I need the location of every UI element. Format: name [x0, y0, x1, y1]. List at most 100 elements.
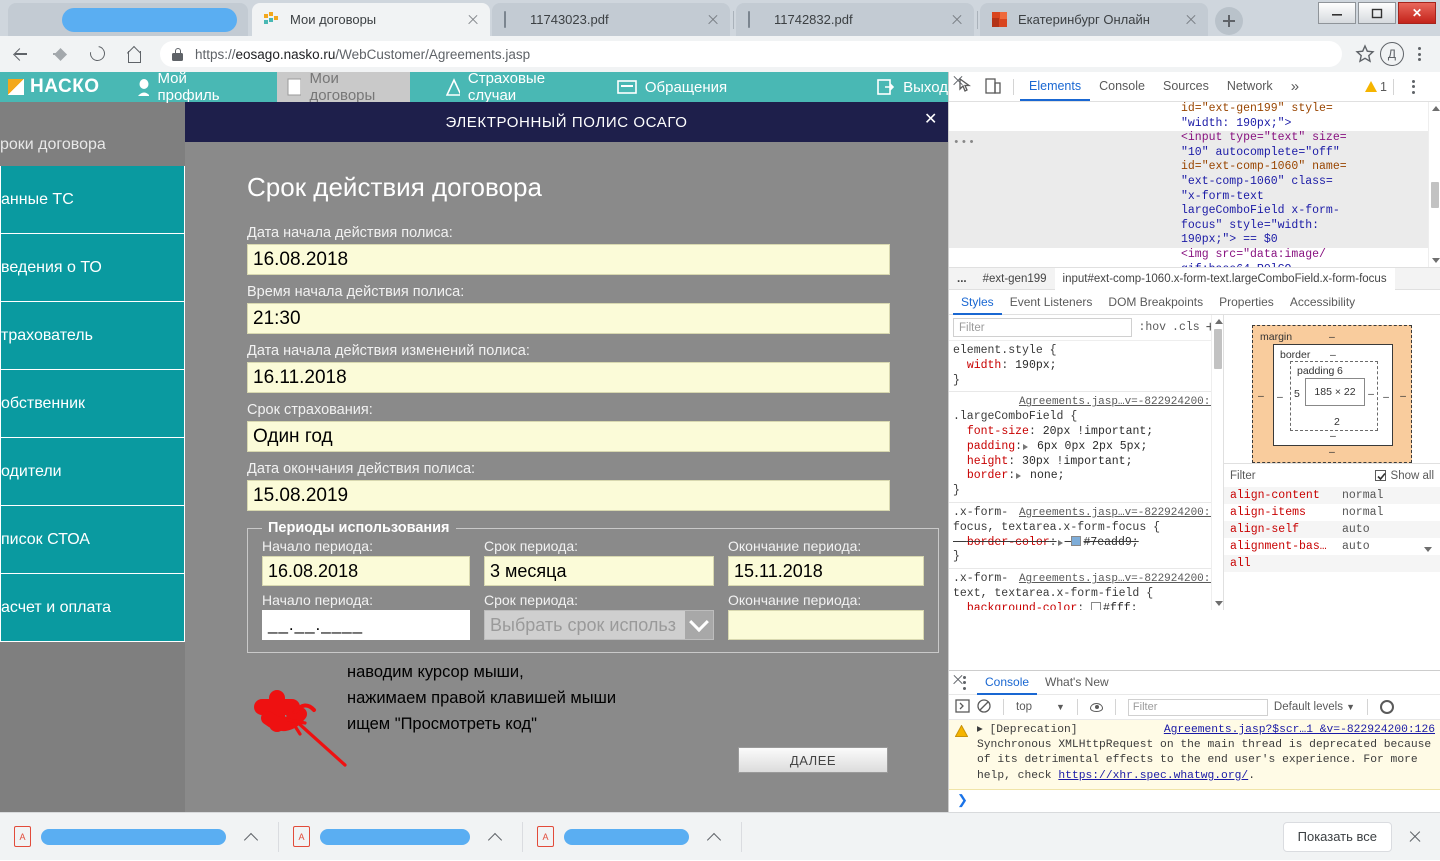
computed-filter-input[interactable]: Filter: [1230, 470, 1256, 482]
chevron-down-icon[interactable]: [685, 611, 713, 639]
border-right-value[interactable]: –: [1383, 391, 1389, 403]
expand-triangle-icon[interactable]: [1058, 540, 1063, 546]
show-all-checkbox[interactable]: Show all: [1375, 470, 1434, 482]
nav-item-profile[interactable]: Мой профиль: [136, 72, 241, 104]
console-tab-whats-new[interactable]: What's New: [1037, 670, 1117, 695]
css-declaration[interactable]: background-color: #fff;: [953, 602, 1217, 610]
computed-property-row[interactable]: all: [1224, 555, 1440, 572]
box-model-margin[interactable]: margin – – – – border – – – – padding 6: [1252, 325, 1412, 463]
styles-tab-styles[interactable]: Styles: [953, 290, 1002, 315]
bookmark-star-icon[interactable]: [1352, 41, 1378, 67]
css-source-link[interactable]: Agreements.jasp…v=-822924200:1: [1019, 506, 1217, 521]
console-tab-console[interactable]: Console: [977, 670, 1037, 695]
dom-scrollbar[interactable]: [1428, 102, 1440, 267]
styles-scrollbar[interactable]: [1211, 315, 1223, 610]
computed-property-row[interactable]: align-contentnormal: [1224, 487, 1440, 504]
css-declaration[interactable]: height: 30px !important;: [953, 455, 1217, 470]
devtools-tab-network[interactable]: Network: [1218, 72, 1282, 101]
box-model-padding[interactable]: padding 6 5 – 2 185 × 22: [1290, 361, 1378, 431]
margin-bottom-value[interactable]: –: [1329, 446, 1335, 458]
close-icon[interactable]: [1182, 11, 1200, 29]
css-declaration[interactable]: border: none;: [953, 469, 1217, 484]
new-tab-button[interactable]: [1215, 7, 1243, 35]
devtools-tab-console[interactable]: Console: [1090, 72, 1154, 101]
computed-property-row[interactable]: align-itemsnormal: [1224, 504, 1440, 521]
border-top-value[interactable]: –: [1330, 349, 1336, 361]
period-1-start-input[interactable]: 16.08.2018: [262, 556, 470, 586]
gear-icon[interactable]: [1380, 700, 1394, 714]
policy-start-date-input[interactable]: 16.08.2018: [247, 244, 890, 275]
back-arrow-icon[interactable]: [4, 37, 38, 71]
period-1-end-input[interactable]: 15.11.2018: [728, 556, 924, 586]
padding-right-value[interactable]: –: [1368, 388, 1374, 400]
dom-tree[interactable]: ••• id="ext-gen199" style= "width: 190px…: [949, 102, 1440, 267]
execute-icon[interactable]: [955, 699, 971, 716]
avatar[interactable]: Д: [1380, 42, 1404, 66]
styles-tab-accessibility[interactable]: Accessibility: [1282, 290, 1363, 315]
console-warning-message[interactable]: Agreements.jasp?$scr…1 &v=-822924200:126…: [949, 720, 1440, 790]
breadcrumb-selected[interactable]: input#ext-comp-1060.x-form-text.largeCom…: [1055, 268, 1395, 290]
breadcrumb-parent[interactable]: #ext-gen199: [975, 268, 1055, 290]
margin-right-value[interactable]: –: [1400, 390, 1406, 402]
period-2-term-combo[interactable]: Выбрать срок использ: [484, 610, 714, 640]
breadcrumb-ellipsis[interactable]: ...: [949, 268, 975, 290]
home-icon[interactable]: [118, 37, 152, 71]
close-icon[interactable]: [704, 11, 722, 29]
nav-item-requests[interactable]: Обращения: [617, 79, 727, 96]
sidebar-item-inspection[interactable]: ведения о ТО: [0, 234, 185, 302]
css-rule-x-form-focus[interactable]: Agreements.jasp…v=-822924200:1.x-form-fo…: [949, 503, 1223, 569]
three-dot-menu-icon[interactable]: [1400, 74, 1426, 100]
browser-tab-4[interactable]: 11742832.pdf: [736, 3, 974, 36]
live-expression-icon[interactable]: [1090, 703, 1103, 712]
margin-left-value[interactable]: –: [1258, 390, 1264, 402]
browser-tab-2[interactable]: Мои договоры: [252, 3, 490, 36]
console-context-selector[interactable]: top ▼: [1016, 701, 1065, 713]
sidebar-item-vehicle[interactable]: анные ТС: [0, 166, 185, 234]
scroll-down-icon[interactable]: [1424, 547, 1432, 552]
console-message-source[interactable]: Agreements.jasp?$scr…1 &v=-822924200:126: [1164, 723, 1435, 738]
devtools-tab-sources[interactable]: Sources: [1154, 72, 1218, 101]
padding-bottom-value[interactable]: 2: [1334, 416, 1340, 428]
scroll-up-icon[interactable]: [1215, 319, 1223, 324]
close-icon[interactable]: [948, 11, 966, 29]
warning-indicator[interactable]: 1: [1365, 80, 1387, 94]
show-all-downloads-button[interactable]: Показать все: [1283, 822, 1392, 852]
period-2-end-input[interactable]: [728, 610, 924, 640]
css-rule-element-style[interactable]: element.style { width: 190px; }: [949, 341, 1223, 392]
styles-tab-dom-breakpoints[interactable]: DOM Breakpoints: [1100, 290, 1211, 315]
margin-top-value[interactable]: –: [1329, 331, 1335, 343]
console-filter-input[interactable]: Filter: [1128, 699, 1268, 716]
period-1-term-input[interactable]: 3 месяца: [484, 556, 714, 586]
computed-property-row[interactable]: align-selfauto: [1224, 521, 1440, 538]
close-icon[interactable]: [1406, 828, 1424, 846]
css-source-link[interactable]: Agreements.jasp…v=-822924200:1: [1019, 395, 1217, 410]
changes-start-date-input[interactable]: 16.11.2018: [247, 362, 890, 393]
console-levels-selector[interactable]: Default levels ▼: [1274, 701, 1355, 713]
expand-triangle-icon[interactable]: [1023, 444, 1028, 450]
browser-tab-3[interactable]: 11743023.pdf: [492, 3, 730, 36]
styles-tab-event-listeners[interactable]: Event Listeners: [1002, 290, 1101, 315]
scroll-down-icon[interactable]: [1215, 601, 1223, 606]
address-bar[interactable]: https://eosago.nasko.ru/WebCustomer/Agre…: [160, 41, 1342, 67]
expand-caret-icon[interactable]: [482, 824, 508, 850]
device-toolbar-icon[interactable]: [983, 76, 1005, 98]
console-message-link[interactable]: https://xhr.spec.whatwg.org/: [1058, 770, 1248, 782]
period-2-start-input[interactable]: __.__.____: [262, 610, 470, 640]
minimize-button[interactable]: [1318, 2, 1356, 24]
padding-left-value[interactable]: 5: [1294, 388, 1300, 400]
color-swatch[interactable]: [1091, 602, 1101, 610]
sidebar-item-drivers[interactable]: одители: [0, 438, 185, 506]
border-left-value[interactable]: –: [1277, 391, 1283, 403]
browser-tab-5[interactable]: Екатеринбург Онлайн: [980, 3, 1208, 36]
chevron-double-right-icon[interactable]: »: [1282, 72, 1308, 101]
download-item[interactable]: A: [279, 813, 522, 861]
css-declaration[interactable]: width: 190px;: [953, 359, 1217, 374]
policy-end-date-input[interactable]: 15.08.2019: [247, 480, 890, 511]
download-item[interactable]: A: [523, 813, 741, 861]
css-declaration-overridden[interactable]: border-color: #7eadd9;: [953, 536, 1217, 551]
sidebar-item-policyholder[interactable]: трахователь: [0, 302, 185, 370]
clear-console-icon[interactable]: [977, 699, 991, 716]
sidebar-item-owner[interactable]: обственник: [0, 370, 185, 438]
devtools-tab-elements[interactable]: Elements: [1020, 72, 1090, 101]
box-model-content[interactable]: 185 × 22: [1305, 378, 1365, 406]
